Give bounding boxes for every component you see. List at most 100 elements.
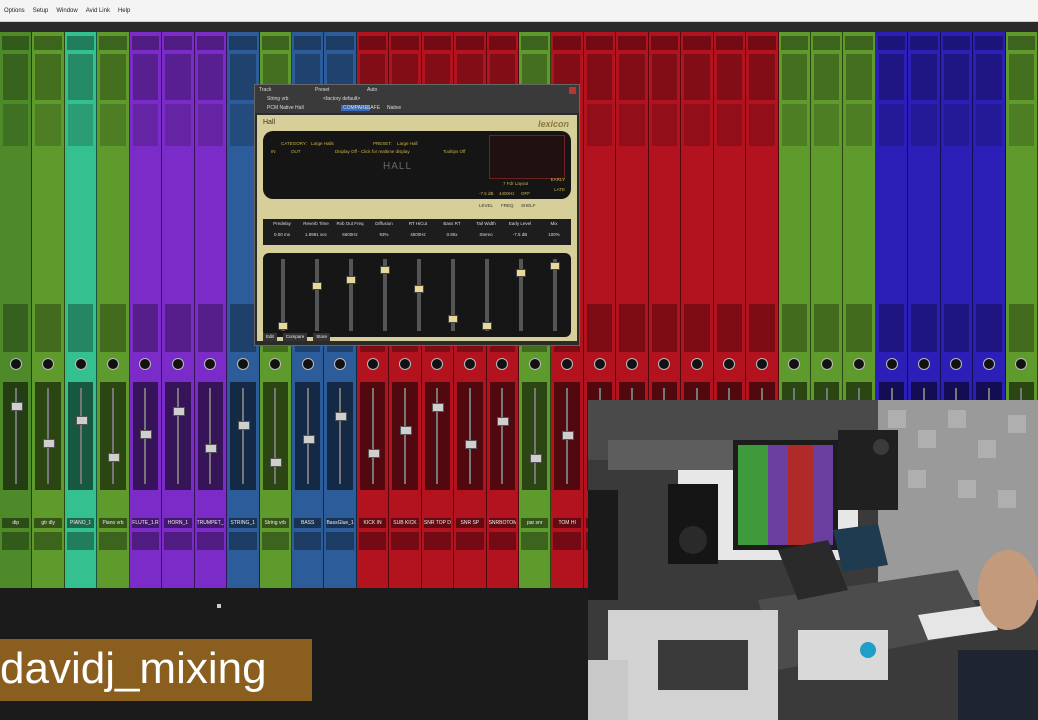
close-icon[interactable]	[569, 87, 576, 94]
io-panel[interactable]	[878, 304, 905, 352]
inserts-panel[interactable]	[165, 54, 191, 100]
sends-panel[interactable]	[651, 104, 678, 146]
parameter-cell[interactable]: Mix 100%	[535, 221, 573, 237]
fader-cap[interactable]	[10, 402, 23, 411]
channel-strip[interactable]: gtr dly	[32, 32, 65, 588]
sends-panel[interactable]	[586, 104, 613, 146]
parameter-cell[interactable]: Predelay 0.00 ms	[263, 221, 301, 237]
pan-knob[interactable]	[9, 358, 22, 370]
fader-cap[interactable]	[75, 416, 88, 425]
plugin-select[interactable]: PCM Native Hall	[267, 105, 304, 111]
channel-name[interactable]: dip	[2, 518, 30, 528]
pan-knob[interactable]	[269, 358, 282, 370]
io-panel[interactable]	[230, 304, 256, 352]
pan-knob[interactable]	[658, 358, 671, 370]
parameter-cell[interactable]: Reverb Time 1.9981 sec	[297, 221, 335, 237]
param-fader-cap[interactable]	[312, 282, 322, 291]
channel-name[interactable]: KICK IN	[358, 518, 387, 528]
fader-cap[interactable]	[399, 426, 412, 435]
pan-knob[interactable]	[820, 358, 833, 370]
io-panel[interactable]	[197, 304, 224, 352]
io-panel[interactable]	[3, 304, 29, 352]
channel-name[interactable]: Piano vrb	[99, 518, 127, 528]
tooltip-toggle[interactable]: Tooltips Off	[443, 149, 465, 154]
sends-panel[interactable]	[67, 104, 94, 146]
fader-cap[interactable]	[172, 407, 185, 416]
inserts-panel[interactable]	[1008, 54, 1034, 100]
pan-knob[interactable]	[74, 358, 87, 370]
pan-knob[interactable]	[496, 358, 509, 370]
channel-strip[interactable]: PIANO_1	[64, 32, 98, 588]
io-panel[interactable]	[684, 304, 710, 352]
menu-setup[interactable]: Setup	[33, 8, 49, 14]
preset-select[interactable]: <factory default>	[323, 96, 360, 102]
param-fader-cap[interactable]	[448, 315, 458, 324]
inserts-panel[interactable]	[684, 54, 710, 100]
inserts-panel[interactable]	[67, 54, 94, 100]
inserts-panel[interactable]	[35, 54, 61, 100]
display-message[interactable]: Display Off - Click for realtime display	[335, 149, 410, 154]
sends-panel[interactable]	[846, 104, 872, 146]
pan-knob[interactable]	[107, 358, 120, 370]
channel-name[interactable]: par snr	[521, 518, 549, 528]
param-fader-cap[interactable]	[414, 285, 424, 294]
pan-knob[interactable]	[463, 358, 476, 370]
view-select[interactable]: 7 Fdr Layout	[503, 181, 528, 186]
fader-cap[interactable]	[108, 453, 121, 462]
menu-options[interactable]: Options	[4, 8, 25, 14]
pan-knob[interactable]	[755, 358, 768, 370]
inserts-panel[interactable]	[813, 54, 840, 100]
fader-cap[interactable]	[529, 454, 542, 463]
channel-name[interactable]: BassGlue_1	[326, 518, 354, 528]
parameter-cell[interactable]: Bass RT 0.90x	[433, 221, 471, 237]
parameter-cell[interactable]: Early Level -7.5 dB	[501, 221, 539, 237]
channel-name[interactable]: HORN_1	[164, 518, 192, 528]
pan-knob[interactable]	[885, 358, 898, 370]
channel-strip[interactable]: HORN_1	[162, 32, 195, 588]
sends-panel[interactable]	[911, 104, 937, 146]
sends-panel[interactable]	[100, 104, 126, 146]
param-fader-cap[interactable]	[482, 321, 492, 330]
pan-knob[interactable]	[561, 358, 574, 370]
pan-knob[interactable]	[853, 358, 866, 370]
io-panel[interactable]	[976, 304, 1002, 352]
pan-knob[interactable]	[593, 358, 606, 370]
channel-strip[interactable]: TRUMPET_1	[194, 32, 228, 588]
inserts-panel[interactable]	[846, 54, 872, 100]
io-panel[interactable]	[749, 304, 775, 352]
channel-name[interactable]: SUB KICK	[391, 518, 419, 528]
parameter-cell[interactable]: Rvb Out Freq 6600Hz	[331, 221, 369, 237]
fader-cap[interactable]	[335, 412, 348, 421]
sends-panel[interactable]	[684, 104, 710, 146]
io-panel[interactable]	[943, 304, 970, 352]
channel-name[interactable]: FLUTE_1.R	[131, 518, 160, 528]
io-panel[interactable]	[651, 304, 678, 352]
inserts-panel[interactable]	[651, 54, 678, 100]
sends-panel[interactable]	[749, 104, 775, 146]
pan-knob[interactable]	[301, 358, 314, 370]
sends-panel[interactable]	[1008, 104, 1034, 146]
channel-name[interactable]: SNR TOP D	[423, 518, 452, 528]
channel-name[interactable]: TRUMPET_1	[196, 518, 225, 528]
pan-knob[interactable]	[723, 358, 736, 370]
inserts-panel[interactable]	[716, 54, 743, 100]
channel-name[interactable]: BASS	[293, 518, 322, 528]
inserts-panel[interactable]	[197, 54, 224, 100]
sends-panel[interactable]	[165, 104, 191, 146]
inserts-panel[interactable]	[586, 54, 613, 100]
io-panel[interactable]	[813, 304, 840, 352]
pan-knob[interactable]	[431, 358, 444, 370]
io-panel[interactable]	[716, 304, 743, 352]
io-panel[interactable]	[1008, 304, 1034, 352]
fader-cap[interactable]	[464, 440, 477, 449]
safe-button[interactable]: SAFE	[367, 105, 380, 111]
channel-strip[interactable]: Piano vrb	[97, 32, 130, 588]
pan-knob[interactable]	[42, 358, 55, 370]
sends-panel[interactable]	[716, 104, 743, 146]
sends-panel[interactable]	[3, 104, 29, 146]
pan-knob[interactable]	[950, 358, 963, 370]
menu-help[interactable]: Help	[118, 8, 130, 14]
inserts-panel[interactable]	[3, 54, 29, 100]
channel-name[interactable]: SNR SP	[456, 518, 484, 528]
param-fader-cap[interactable]	[550, 262, 560, 271]
